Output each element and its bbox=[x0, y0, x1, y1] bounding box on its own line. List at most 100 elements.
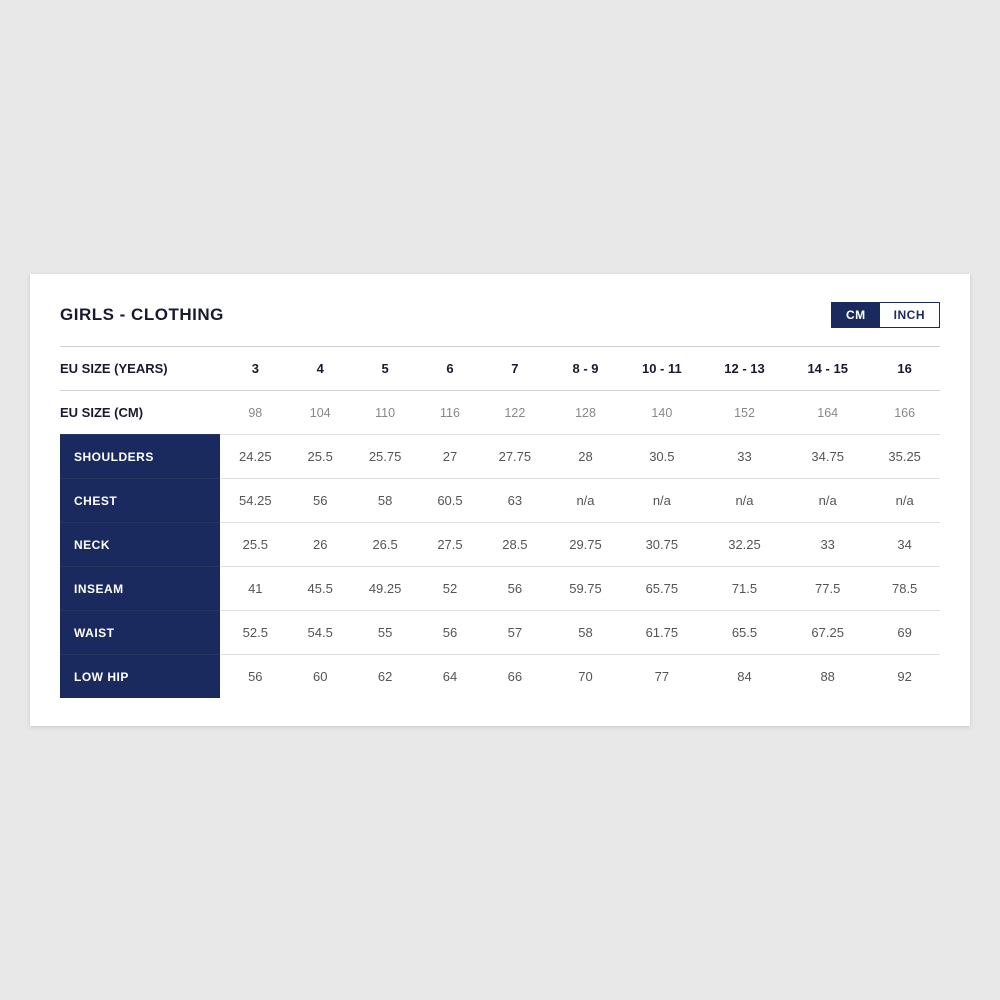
cell-value: 28.5 bbox=[480, 523, 551, 567]
row-label: LOW HIP bbox=[60, 655, 220, 699]
cell-value: 28 bbox=[550, 435, 621, 479]
cell-value: 66 bbox=[480, 655, 551, 699]
cell-value: 30.75 bbox=[621, 523, 703, 567]
row-label: SHOULDERS bbox=[60, 435, 220, 479]
cell-value: 27.5 bbox=[420, 523, 479, 567]
cell-value: 34.75 bbox=[786, 435, 869, 479]
unit-toggle: CM INCH bbox=[831, 302, 940, 328]
cell-value: 33 bbox=[703, 435, 786, 479]
cell-value: 26 bbox=[291, 523, 350, 567]
cm-button[interactable]: CM bbox=[832, 303, 880, 327]
col-header: 10 - 11 bbox=[621, 347, 703, 391]
cell-value: 26.5 bbox=[350, 523, 421, 567]
eu-size-cm-value: 104 bbox=[291, 391, 350, 435]
cell-value: 52.5 bbox=[220, 611, 291, 655]
cell-value: 54.5 bbox=[291, 611, 350, 655]
cell-value: 27 bbox=[420, 435, 479, 479]
cell-value: n/a bbox=[703, 479, 786, 523]
cell-value: 49.25 bbox=[350, 567, 421, 611]
eu-size-cm-value: 116 bbox=[420, 391, 479, 435]
eu-size-cm-value: 166 bbox=[869, 391, 940, 435]
eu-size-cm-value: 140 bbox=[621, 391, 703, 435]
cell-value: 62 bbox=[350, 655, 421, 699]
col-header: 16 bbox=[869, 347, 940, 391]
cell-value: 88 bbox=[786, 655, 869, 699]
cell-value: 60 bbox=[291, 655, 350, 699]
eu-size-cm-row: EU SIZE (CM)9810411011612212814015216416… bbox=[60, 391, 940, 435]
cell-value: 30.5 bbox=[621, 435, 703, 479]
table-row: LOW HIP56606264667077848892 bbox=[60, 655, 940, 699]
cell-value: 41 bbox=[220, 567, 291, 611]
col-header: 14 - 15 bbox=[786, 347, 869, 391]
row-label: NECK bbox=[60, 523, 220, 567]
cell-value: 84 bbox=[703, 655, 786, 699]
cell-value: 52 bbox=[420, 567, 479, 611]
table-row: INSEAM4145.549.25525659.7565.7571.577.57… bbox=[60, 567, 940, 611]
page-wrapper: GIRLS - CLOTHING CM INCH EU SIZE (YEARS)… bbox=[0, 0, 1000, 1000]
col-header: 12 - 13 bbox=[703, 347, 786, 391]
cell-value: 77.5 bbox=[786, 567, 869, 611]
cell-value: 25.5 bbox=[291, 435, 350, 479]
cell-value: 60.5 bbox=[420, 479, 479, 523]
cell-value: 27.75 bbox=[480, 435, 551, 479]
cell-value: 32.25 bbox=[703, 523, 786, 567]
size-guide-card: GIRLS - CLOTHING CM INCH EU SIZE (YEARS)… bbox=[30, 274, 970, 726]
row-label: INSEAM bbox=[60, 567, 220, 611]
col-header: 8 - 9 bbox=[550, 347, 621, 391]
row-label: CHEST bbox=[60, 479, 220, 523]
size-table: EU SIZE (YEARS) 345678 - 910 - 1112 - 13… bbox=[60, 346, 940, 698]
cell-value: 29.75 bbox=[550, 523, 621, 567]
cell-value: 54.25 bbox=[220, 479, 291, 523]
cell-value: 24.25 bbox=[220, 435, 291, 479]
cell-value: 56 bbox=[220, 655, 291, 699]
cell-value: 69 bbox=[869, 611, 940, 655]
cell-value: 56 bbox=[291, 479, 350, 523]
col-header: 5 bbox=[350, 347, 421, 391]
col-header: 7 bbox=[480, 347, 551, 391]
col-header: 3 bbox=[220, 347, 291, 391]
table-row: CHEST54.25565860.563n/an/an/an/an/a bbox=[60, 479, 940, 523]
eu-size-cm-value: 122 bbox=[480, 391, 551, 435]
col-header: 4 bbox=[291, 347, 350, 391]
eu-size-cm-value: 110 bbox=[350, 391, 421, 435]
cell-value: 63 bbox=[480, 479, 551, 523]
col-header: 6 bbox=[420, 347, 479, 391]
cell-value: 77 bbox=[621, 655, 703, 699]
cell-value: n/a bbox=[550, 479, 621, 523]
cell-value: 61.75 bbox=[621, 611, 703, 655]
table-row: SHOULDERS24.2525.525.752727.752830.53334… bbox=[60, 435, 940, 479]
eu-size-cm-value: 164 bbox=[786, 391, 869, 435]
cell-value: 71.5 bbox=[703, 567, 786, 611]
cell-value: 56 bbox=[480, 567, 551, 611]
cell-value: 45.5 bbox=[291, 567, 350, 611]
cell-value: 65.5 bbox=[703, 611, 786, 655]
eu-size-cm-value: 128 bbox=[550, 391, 621, 435]
cell-value: 55 bbox=[350, 611, 421, 655]
cell-value: 58 bbox=[350, 479, 421, 523]
cell-value: 67.25 bbox=[786, 611, 869, 655]
cell-value: 57 bbox=[480, 611, 551, 655]
eu-years-label: EU SIZE (YEARS) bbox=[60, 347, 220, 391]
cell-value: 59.75 bbox=[550, 567, 621, 611]
cell-value: 65.75 bbox=[621, 567, 703, 611]
row-label: WAIST bbox=[60, 611, 220, 655]
cell-value: 25.5 bbox=[220, 523, 291, 567]
cell-value: n/a bbox=[621, 479, 703, 523]
cell-value: 25.75 bbox=[350, 435, 421, 479]
cell-value: 58 bbox=[550, 611, 621, 655]
page-title: GIRLS - CLOTHING bbox=[60, 305, 224, 325]
cell-value: n/a bbox=[869, 479, 940, 523]
table-row: WAIST52.554.55556575861.7565.567.2569 bbox=[60, 611, 940, 655]
eu-size-cm-value: 98 bbox=[220, 391, 291, 435]
cell-value: 56 bbox=[420, 611, 479, 655]
cell-value: 92 bbox=[869, 655, 940, 699]
card-header: GIRLS - CLOTHING CM INCH bbox=[60, 302, 940, 328]
cell-value: 70 bbox=[550, 655, 621, 699]
cell-value: 35.25 bbox=[869, 435, 940, 479]
eu-size-cm-label: EU SIZE (CM) bbox=[60, 391, 220, 435]
cell-value: 33 bbox=[786, 523, 869, 567]
cell-value: n/a bbox=[786, 479, 869, 523]
eu-years-header-row: EU SIZE (YEARS) 345678 - 910 - 1112 - 13… bbox=[60, 347, 940, 391]
inch-button[interactable]: INCH bbox=[880, 303, 939, 327]
cell-value: 64 bbox=[420, 655, 479, 699]
